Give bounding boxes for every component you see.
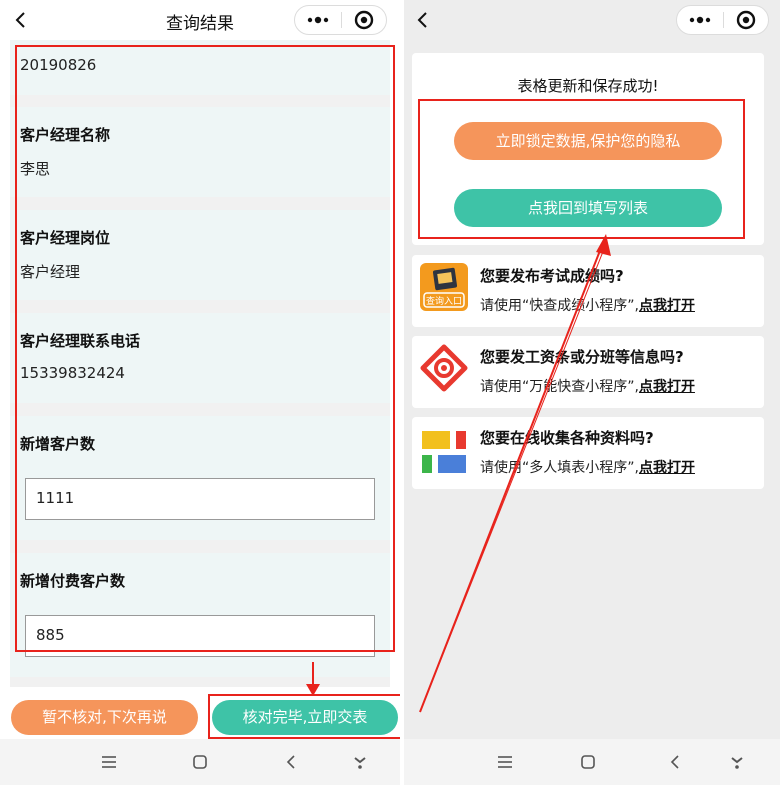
skip-verify-button[interactable]: 暂不核对,下次再说 — [11, 700, 198, 735]
back-icon[interactable] — [666, 753, 684, 771]
promo-card[interactable]: 您要发工资条或分班等信息吗? 请使用“万能快查小程序”,点我打开 — [412, 336, 764, 408]
promo-description: 请使用“万能快查小程序”,点我打开 — [480, 379, 695, 395]
promo-card[interactable]: 查询入口 您要发布考试成绩吗? 请使用“快查成绩小程序”,点我打开 — [412, 255, 764, 327]
back-arrow-icon[interactable] — [416, 11, 430, 29]
more-options-icon[interactable] — [295, 6, 341, 34]
hide-keyboard-icon[interactable] — [728, 753, 746, 771]
query-score-app-icon: 查询入口 — [420, 263, 468, 311]
annotation-highlight-form — [15, 45, 395, 652]
promo-description: 请使用“快查成绩小程序”,点我打开 — [480, 298, 695, 314]
more-options-icon[interactable] — [677, 6, 723, 34]
form-collect-app-icon — [422, 431, 466, 473]
home-icon[interactable] — [191, 753, 209, 771]
promo-description: 请使用“多人填表小程序”,点我打开 — [480, 460, 695, 476]
hide-keyboard-icon[interactable] — [351, 753, 369, 771]
promo-title: 您要发工资条或分班等信息吗? — [480, 348, 684, 366]
mini-program-capsule — [676, 5, 769, 35]
title-bar: 查询结果 — [0, 0, 400, 40]
open-link[interactable]: 点我打开 — [639, 460, 695, 476]
system-nav-bar — [404, 739, 780, 785]
menu-icon[interactable] — [100, 753, 118, 771]
system-nav-bar — [0, 739, 400, 785]
left-phone-screen: 查询结果 20190826 客户经理名称 李思 客户经理岗位 客户经理 客户经理… — [0, 0, 400, 785]
menu-icon[interactable] — [496, 753, 514, 771]
open-link[interactable]: 点我打开 — [639, 379, 695, 395]
icon-caption: 查询入口 — [426, 295, 462, 307]
open-link[interactable]: 点我打开 — [639, 298, 695, 314]
annotation-highlight-buttons — [418, 99, 745, 239]
close-mini-program-icon[interactable] — [342, 6, 387, 34]
right-phone-screen: 表格更新和保存成功! 立即锁定数据,保护您的隐私 点我回到填写列表 查询入口 您… — [404, 0, 780, 785]
promo-title: 您要在线收集各种资料吗? — [480, 429, 654, 447]
mini-program-capsule — [294, 5, 387, 35]
home-icon[interactable] — [579, 753, 597, 771]
back-icon[interactable] — [282, 753, 300, 771]
promo-title: 您要发布考试成绩吗? — [480, 267, 624, 285]
title-bar — [404, 0, 780, 40]
promo-card[interactable]: 您要在线收集各种资料吗? 请使用“多人填表小程序”,点我打开 — [412, 417, 764, 489]
annotation-highlight-submit — [208, 694, 400, 739]
close-mini-program-icon[interactable] — [724, 6, 769, 34]
quick-query-app-icon — [420, 344, 468, 392]
success-message: 表格更新和保存成功! — [517, 77, 659, 95]
